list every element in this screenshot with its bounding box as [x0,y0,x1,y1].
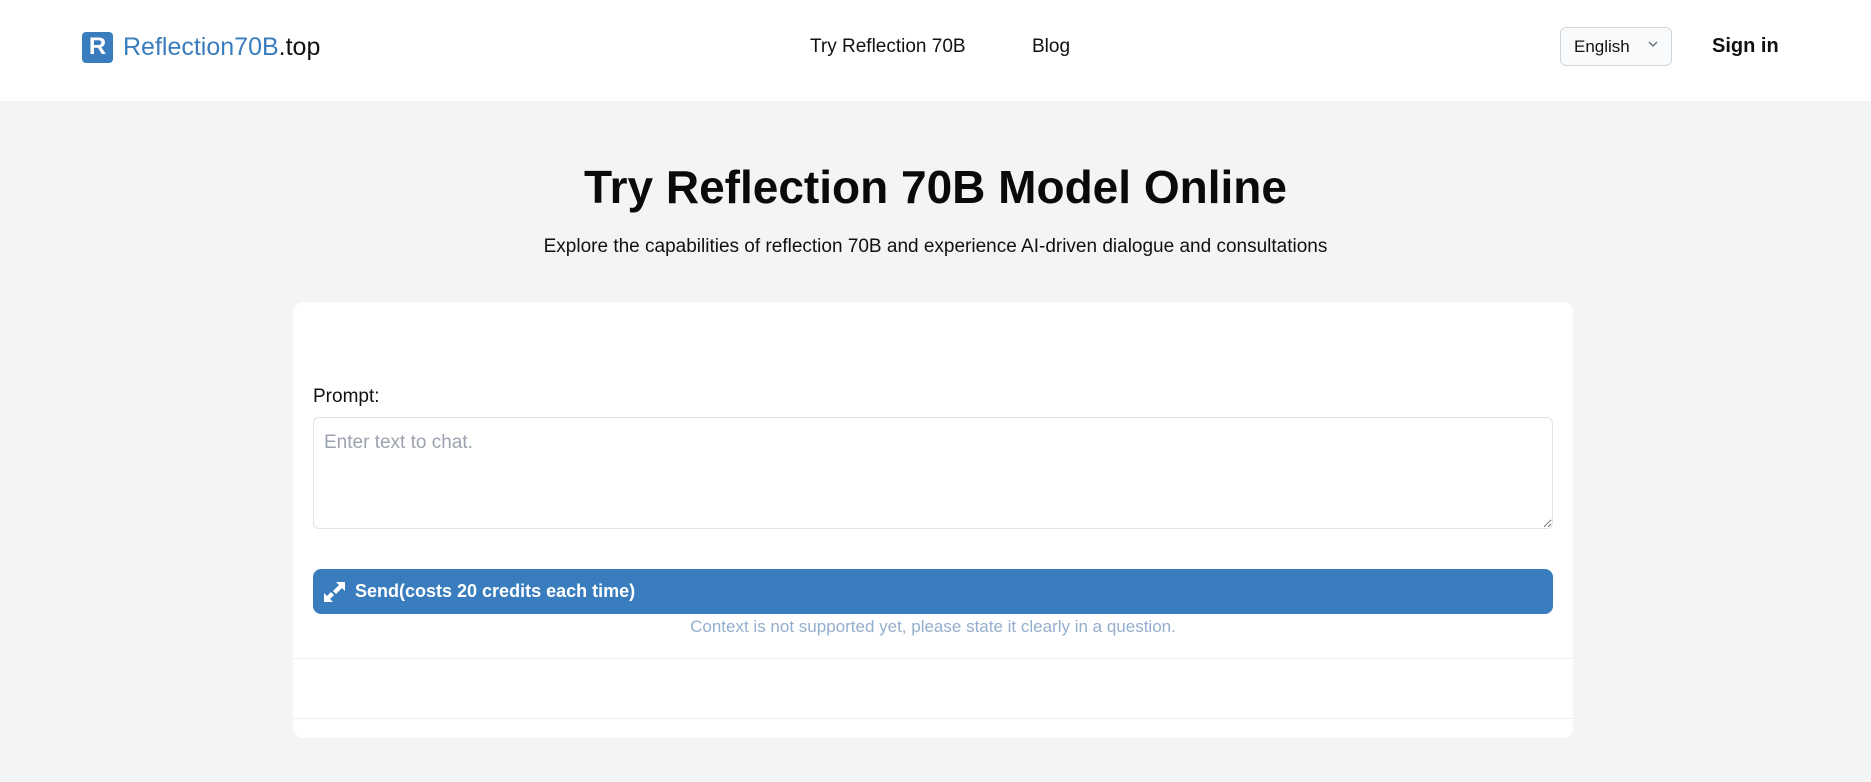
prompt-label: Prompt: [313,386,380,407]
send-button-label: Send(costs 20 credits each time) [355,581,636,601]
chat-card: Prompt: Send(costs 20 credits each time)… [293,302,1573,738]
logo-brand: Reflection70B [123,32,279,61]
logo-r-icon: R [82,31,113,63]
page-subtitle: Explore the capabilities of reflection 7… [543,236,1328,257]
chevron-down-icon [1648,41,1658,48]
divider [293,658,1573,659]
top-nav-bar: R Reflection70B.top Try Reflection 70B B… [0,0,1871,101]
language-value: English [1574,36,1630,56]
page-title: Try Reflection 70B Model Online [584,161,1287,213]
site-logo-link[interactable]: R Reflection70B.top [82,31,320,63]
send-arrows-icon [324,581,345,602]
send-button[interactable]: Send(costs 20 credits each time) [313,569,1553,614]
logo-suffix: .top [278,32,321,61]
language-select[interactable]: English [1560,27,1672,66]
logo-text: Reflection70B.top [123,33,320,62]
context-note: Context is not supported yet, please sta… [690,617,1176,636]
nav-try-reflection[interactable]: Try Reflection 70B [810,36,966,58]
sign-in-link[interactable]: Sign in [1712,35,1779,58]
nav-blog[interactable]: Blog [1032,36,1070,58]
prompt-input[interactable] [313,417,1553,529]
divider [293,718,1573,719]
